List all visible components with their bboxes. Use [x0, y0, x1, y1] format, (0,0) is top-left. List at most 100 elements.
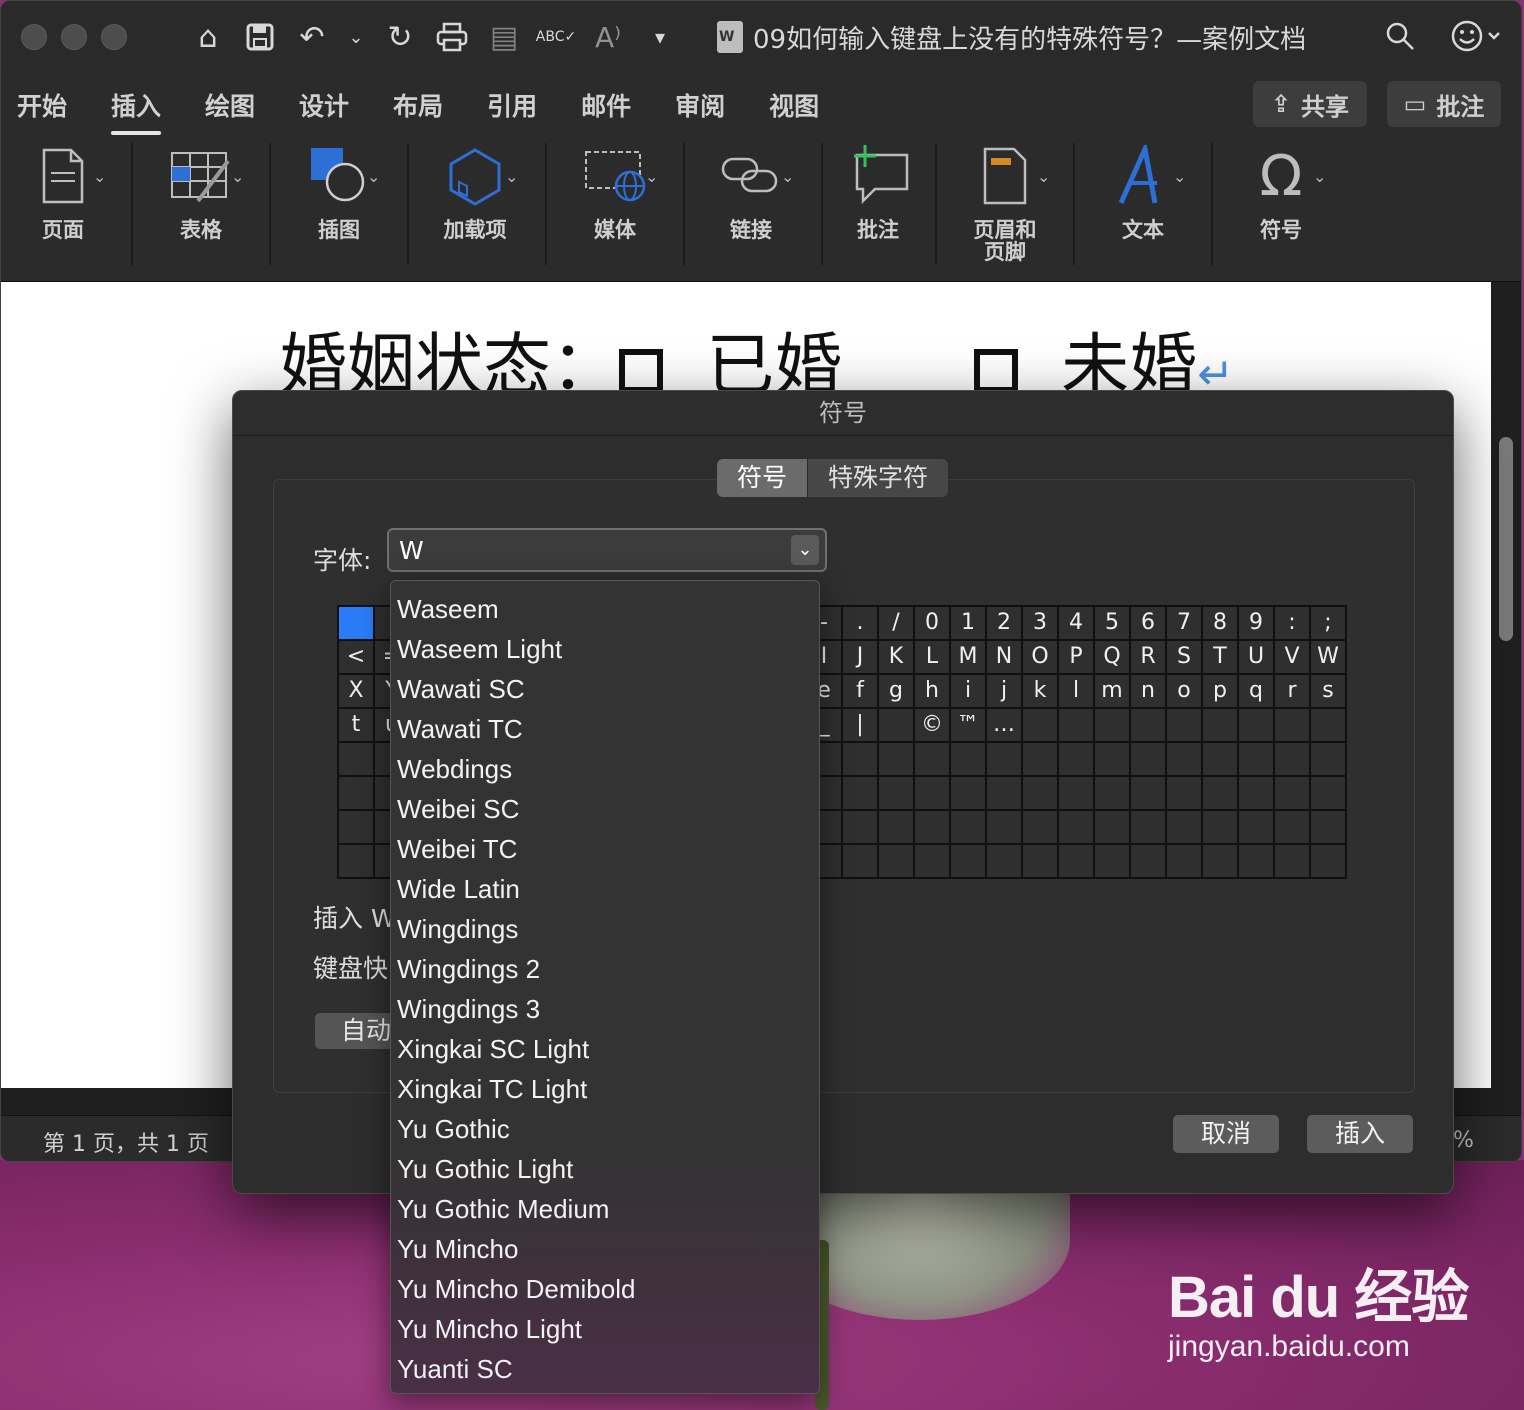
symbol-cell[interactable]: q [1239, 675, 1275, 709]
undo-dropdown-chevron-icon[interactable]: ⌄ [347, 20, 365, 54]
symbol-cell[interactable]: 3 [1023, 607, 1059, 641]
tab-references[interactable]: 引用 [487, 87, 537, 123]
symbol-cell[interactable] [1059, 811, 1095, 845]
symbol-cell[interactable] [1131, 743, 1167, 777]
tab-home[interactable]: 开始 [17, 87, 67, 123]
tab-review[interactable]: 审阅 [675, 87, 725, 123]
font-option[interactable]: Webdings [391, 749, 819, 789]
font-option[interactable]: Yu Mincho Demibold [391, 1269, 819, 1309]
font-option[interactable]: Wingdings 3 [391, 989, 819, 1029]
symbol-cell[interactable] [1131, 777, 1167, 811]
symbol-cell[interactable] [1167, 777, 1203, 811]
symbol-cell[interactable] [1203, 845, 1239, 879]
symbol-cell[interactable] [1239, 743, 1275, 777]
spelling-check-icon[interactable]: ABC✓ [536, 20, 576, 54]
close-window-button[interactable] [21, 24, 47, 50]
symbol-cell[interactable] [1275, 811, 1311, 845]
symbol-cell[interactable]: … [987, 709, 1023, 743]
symbol-cell[interactable] [1059, 845, 1095, 879]
symbol-cell[interactable] [1167, 743, 1203, 777]
symbol-cell[interactable]: n [1131, 675, 1167, 709]
symbol-cell[interactable] [987, 845, 1023, 879]
symbol-cell[interactable] [987, 777, 1023, 811]
symbol-cell[interactable] [1095, 845, 1131, 879]
tab-special-characters[interactable]: 特殊字符 [807, 459, 949, 497]
symbol-cell[interactable] [1059, 777, 1095, 811]
symbol-cell[interactable]: i [951, 675, 987, 709]
ribbon-symbols-button[interactable]: Ω ⌄ 符号 [1239, 141, 1327, 265]
symbol-cell[interactable] [1239, 777, 1275, 811]
symbol-cell[interactable]: l [1059, 675, 1095, 709]
ribbon-illustrations-button[interactable]: ⌄ 插图 [297, 141, 381, 265]
symbol-cell[interactable]: T [1203, 641, 1239, 675]
symbol-cell[interactable]: r [1275, 675, 1311, 709]
symbol-cell[interactable] [1275, 777, 1311, 811]
ribbon-comment-button[interactable]: 批注 [841, 141, 915, 265]
symbol-cell[interactable] [1167, 709, 1203, 743]
symbol-cell[interactable] [915, 743, 951, 777]
ribbon-text-button[interactable]: ⌄ 文本 [1101, 141, 1186, 265]
symbol-cell[interactable]: © [915, 709, 951, 743]
symbol-cell[interactable]: | [843, 709, 879, 743]
search-icon[interactable] [1385, 21, 1415, 59]
symbol-cell[interactable] [1311, 743, 1347, 777]
symbol-cell[interactable]: ™ [951, 709, 987, 743]
symbol-cell[interactable] [1239, 811, 1275, 845]
zoom-level[interactable]: % [1453, 1128, 1474, 1153]
symbol-cell[interactable]: . [843, 607, 879, 641]
symbol-cell[interactable] [1311, 777, 1347, 811]
symbol-cell[interactable] [1203, 709, 1239, 743]
document-scrollbar[interactable] [1499, 437, 1513, 641]
tab-draw[interactable]: 绘图 [205, 87, 255, 123]
symbol-cell[interactable] [1275, 709, 1311, 743]
symbol-cell[interactable] [1059, 709, 1095, 743]
symbol-cell[interactable] [915, 845, 951, 879]
font-option[interactable]: Wide Latin [391, 869, 819, 909]
font-option[interactable]: Wingdings [391, 909, 819, 949]
symbol-cell[interactable]: j [987, 675, 1023, 709]
symbol-cell[interactable] [1059, 743, 1095, 777]
symbol-cell[interactable] [987, 811, 1023, 845]
symbol-cell[interactable]: 8 [1203, 607, 1239, 641]
symbol-cell[interactable]: 9 [1239, 607, 1275, 641]
symbol-cell[interactable]: S [1167, 641, 1203, 675]
symbol-cell[interactable] [843, 777, 879, 811]
symbol-cell[interactable] [339, 743, 375, 777]
symbol-cell[interactable]: O [1023, 641, 1059, 675]
symbol-cell[interactable] [879, 811, 915, 845]
symbol-cell[interactable]: 7 [1167, 607, 1203, 641]
symbol-cell[interactable]: ; [1311, 607, 1347, 641]
symbol-cell[interactable]: L [915, 641, 951, 675]
ribbon-table-button[interactable]: ⌄ 表格 [159, 141, 244, 265]
tab-design[interactable]: 设计 [299, 87, 349, 123]
ribbon-pages-button[interactable]: ⌄ 页面 [23, 141, 106, 265]
symbol-cell[interactable]: V [1275, 641, 1311, 675]
symbol-cell[interactable] [1311, 845, 1347, 879]
tab-view[interactable]: 视图 [769, 87, 819, 123]
font-option[interactable]: Yuanti SC [391, 1349, 819, 1389]
symbol-cell[interactable]: g [879, 675, 915, 709]
symbol-cell[interactable]: < [339, 641, 375, 675]
symbol-cell[interactable] [1203, 743, 1239, 777]
symbol-cell[interactable]: k [1023, 675, 1059, 709]
symbol-cell[interactable] [843, 743, 879, 777]
symbol-cell[interactable] [987, 743, 1023, 777]
symbol-cell[interactable]: M [951, 641, 987, 675]
symbol-cell[interactable] [339, 811, 375, 845]
symbol-cell[interactable] [843, 845, 879, 879]
symbol-cell[interactable]: X [339, 675, 375, 709]
font-option[interactable]: Yu Gothic Light [391, 1149, 819, 1189]
symbol-cell[interactable] [1095, 777, 1131, 811]
symbol-cell[interactable] [951, 777, 987, 811]
symbol-cell[interactable]: m [1095, 675, 1131, 709]
font-option[interactable]: Yu Gothic [391, 1109, 819, 1149]
symbol-cell[interactable] [1023, 743, 1059, 777]
symbol-cell[interactable] [915, 777, 951, 811]
chevron-down-icon[interactable]: ⌄ [791, 535, 819, 565]
font-option[interactable]: Yu Gothic Medium [391, 1189, 819, 1229]
comments-button[interactable]: ▭ 批注 [1387, 81, 1501, 127]
symbol-cell[interactable]: 4 [1059, 607, 1095, 641]
redo-icon[interactable]: ↻ [383, 20, 417, 55]
symbol-cell[interactable]: Q [1095, 641, 1131, 675]
tab-insert[interactable]: 插入 [111, 87, 162, 135]
